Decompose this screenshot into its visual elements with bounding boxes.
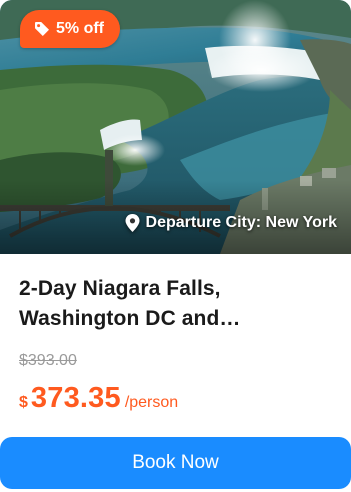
tag-icon xyxy=(35,22,49,36)
sale-price: 373.35 xyxy=(30,382,121,414)
tour-card[interactable]: 5% off Departure City: New York 2-Day Ni… xyxy=(0,0,351,492)
price-row: $ 373.35 /person xyxy=(19,382,178,415)
tour-title[interactable]: 2-Day Niagara Falls, Washington DC and… xyxy=(19,274,335,334)
price-unit: /person xyxy=(124,394,179,411)
hero-image[interactable]: 5% off Departure City: New York xyxy=(0,0,351,254)
departure-label: Departure City: New York xyxy=(145,214,337,231)
book-now-button[interactable]: Book Now xyxy=(0,437,351,489)
discount-label: 5% off xyxy=(56,20,104,37)
discount-badge: 5% off xyxy=(20,10,120,48)
location-pin-icon xyxy=(125,214,140,232)
price-currency: $ xyxy=(19,394,28,411)
original-price: $393.00 xyxy=(19,352,77,369)
departure-city: Departure City: New York xyxy=(125,214,337,232)
